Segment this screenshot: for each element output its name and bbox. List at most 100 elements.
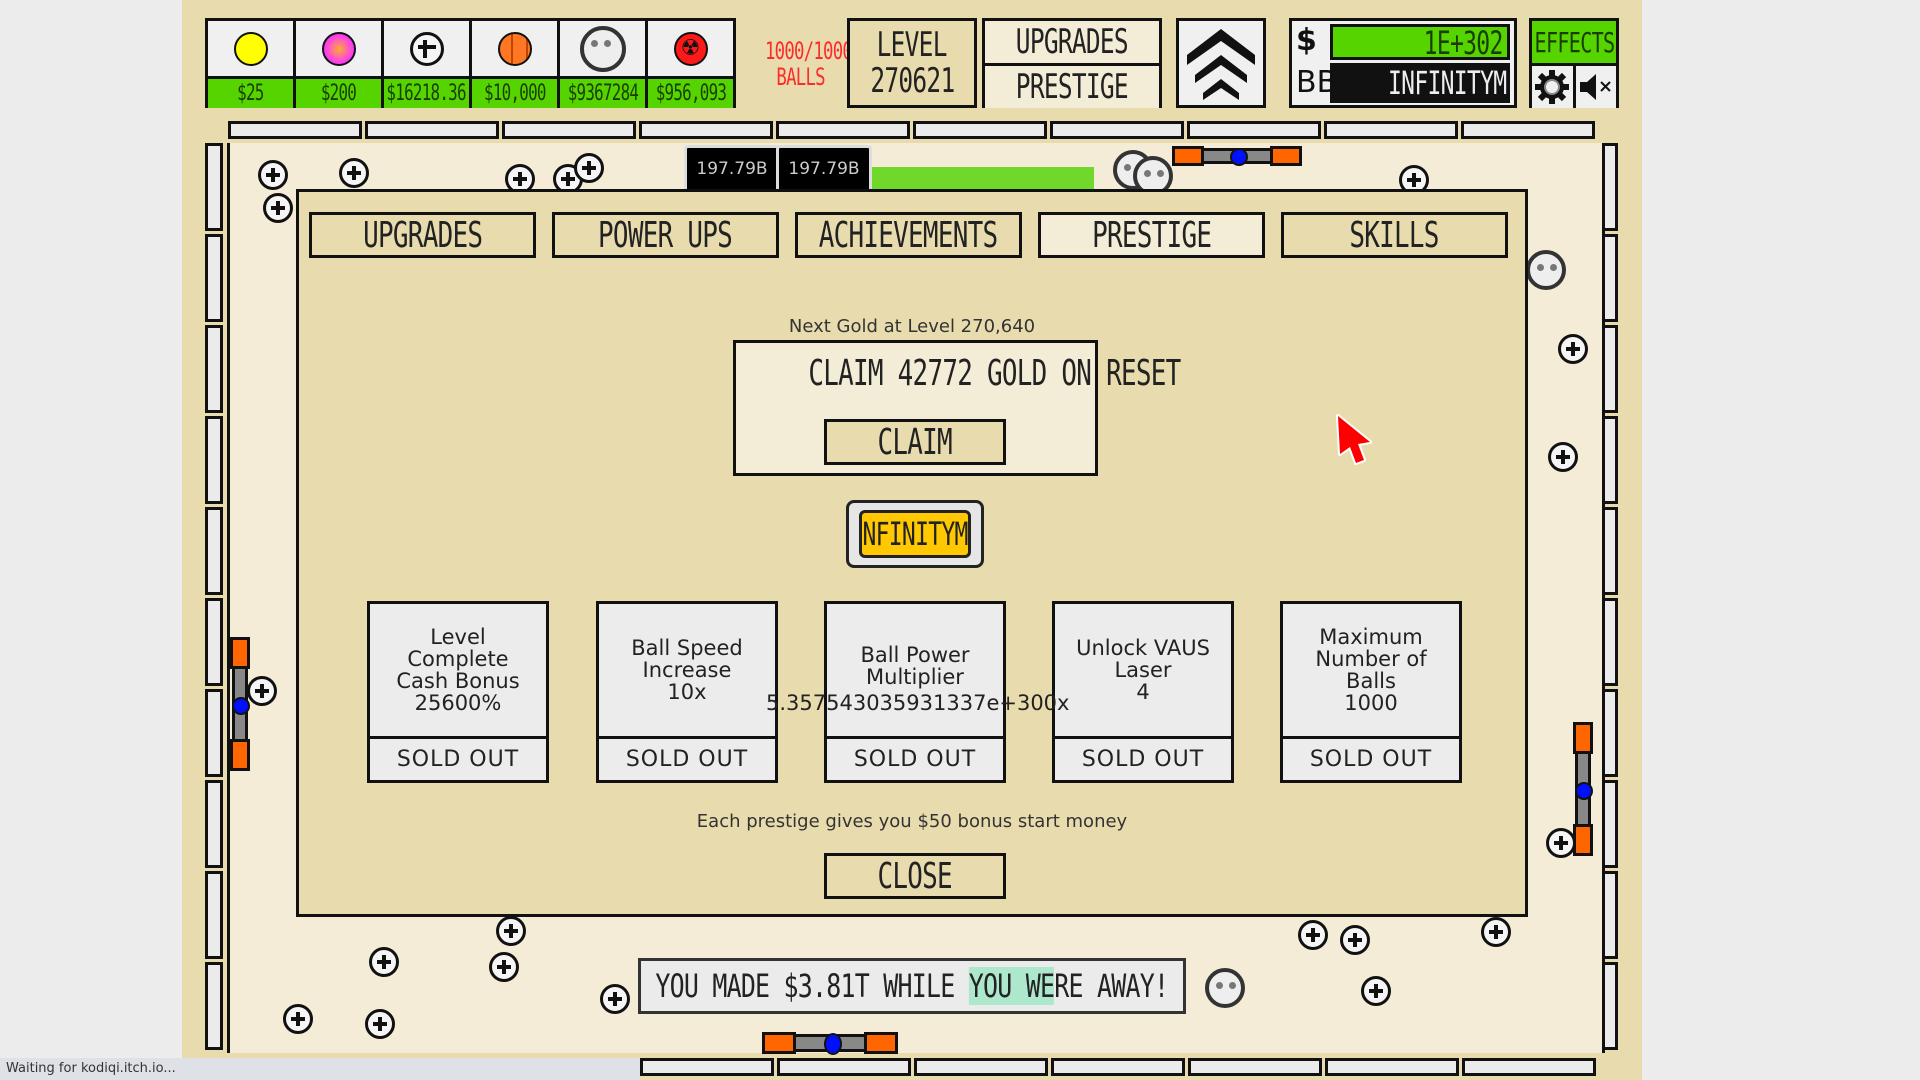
prestige-upgrade-card[interactable]: Unlock VAUS Laser 4 SOLD OUT (1052, 601, 1234, 783)
modal-tabs: UPGRADES POWER UPS ACHIEVEMENTS PRESTIGE… (309, 212, 1508, 258)
brick (639, 121, 773, 139)
plus-ball-icon (247, 676, 277, 706)
claim-title: CLAIM 42772 GOLD ON RESET (808, 353, 1181, 394)
upgrades-button-label: UPGRADES (1015, 22, 1129, 62)
plus-ball-icon (1481, 917, 1511, 947)
prestige-button[interactable]: PRESTIGE (985, 66, 1159, 108)
prestige-upgrade-card[interactable]: Maximum Number of Balls 1000 SOLD OUT (1280, 601, 1462, 783)
paddle-dot (824, 1033, 842, 1055)
ball-shop-item-nuke[interactable]: ☢ $956,093 (645, 18, 736, 108)
ball-shop-item-cross[interactable]: $16218.36 (381, 18, 472, 108)
skull-ball-icon (1205, 968, 1245, 1008)
paddle-end (1573, 722, 1593, 754)
level-display: LEVEL 270621 (847, 18, 977, 108)
brick (776, 121, 910, 139)
triple-chevron-up-icon (1187, 29, 1255, 100)
paddle-top[interactable] (1172, 146, 1302, 166)
plus-ball-icon (283, 1004, 313, 1034)
settings-button[interactable] (1532, 66, 1576, 108)
brick (205, 871, 223, 959)
toast-text-end: RE AWAY! (1054, 967, 1169, 1005)
plus-ball-icon (489, 952, 519, 982)
next-gold-text: Next Gold at Level 270,640 (788, 316, 1036, 337)
damage-label: 197.79B (684, 145, 780, 193)
prestige-upgrade-card[interactable]: Ball Speed Increase 10x SOLD OUT (596, 601, 778, 783)
plus-ball-icon (339, 158, 369, 188)
skull-ball-icon (579, 25, 626, 72)
ball-price: $25 (237, 81, 264, 106)
card-status: SOLD OUT (625, 746, 749, 772)
ball-shop-item-skull[interactable]: $9367284 (557, 18, 648, 108)
orange-ball-icon (497, 31, 532, 66)
tab-skills[interactable]: SKILLS (1281, 212, 1508, 258)
brick (1324, 121, 1458, 139)
balls-counter: 1000/1000 BALLS (748, 38, 853, 90)
paddle-body (1201, 148, 1273, 166)
speaker-muted-icon (1579, 74, 1611, 100)
brick (640, 1058, 774, 1076)
effects-panel: EFFECTS (1529, 18, 1619, 108)
paddle-dot (232, 697, 250, 715)
brick (205, 143, 223, 231)
paddle-body (232, 666, 250, 742)
paddle-end (762, 1032, 796, 1054)
plus-ball-icon (1361, 976, 1391, 1006)
tab-label: UPGRADES (362, 214, 483, 256)
card-status: SOLD OUT (853, 746, 977, 772)
yellow-ball-icon (233, 31, 268, 66)
offline-earnings-toast: YOU MADE $3.81T WHILE YOU WERE AWAY! (638, 958, 1186, 1014)
ball-shop-item-basic[interactable]: $25 (205, 18, 296, 108)
plus-ball-icon (496, 916, 526, 946)
radioactive-ball-icon: ☢ (673, 31, 708, 66)
brick (1187, 121, 1321, 139)
brick (1051, 1058, 1185, 1076)
prestige-modal: UPGRADES POWER UPS ACHIEVEMENTS PRESTIGE… (296, 189, 1528, 917)
brick (1188, 1058, 1322, 1076)
brick (205, 780, 223, 868)
paddle-body (1575, 751, 1593, 827)
cash-amount: 1E+302 (1424, 24, 1504, 62)
paddle-bottom[interactable] (762, 1032, 898, 1055)
brick (205, 598, 223, 686)
ball-shop-item-cannon[interactable]: $10,000 (469, 18, 560, 108)
money-panel: $ BB 1E+302 INFINITYM (1289, 18, 1517, 108)
card-description: Ball Power Multiplier (827, 604, 1003, 739)
plus-ball-icon (1546, 828, 1576, 858)
brick (205, 689, 223, 777)
brick (777, 1058, 911, 1076)
effects-button[interactable]: EFFECTS (1532, 21, 1616, 66)
paddle-left[interactable] (230, 637, 250, 771)
plus-ball-icon (1298, 920, 1328, 950)
paddle-end (1172, 146, 1204, 166)
close-button-label: CLOSE (877, 855, 953, 897)
top-brick-row (228, 121, 1598, 139)
browser-status-bar: Waiting for kodiqi.itch.io... (0, 1058, 640, 1080)
paddle-end (1270, 146, 1302, 166)
paddle-right[interactable] (1573, 722, 1593, 856)
close-button[interactable]: CLOSE (824, 853, 1006, 899)
ball-shop-item-plasma[interactable]: $200 (293, 18, 384, 108)
card-description: Unlock VAUS Laser 4 (1055, 604, 1231, 739)
plus-ball-icon (574, 153, 604, 183)
tab-label: PRESTIGE (1091, 214, 1212, 256)
tab-upgrades[interactable]: UPGRADES (309, 212, 536, 258)
card-status: SOLD OUT (1309, 746, 1433, 772)
paddle-end (864, 1032, 898, 1054)
plus-ball-icon (365, 1009, 395, 1039)
mute-button[interactable] (1575, 66, 1616, 108)
brick (1050, 121, 1184, 139)
upgrades-button[interactable]: UPGRADES (985, 21, 1159, 66)
cash-value: 1E+302 (1330, 24, 1510, 60)
paddle-dot (1575, 782, 1593, 800)
rank-up-button[interactable] (1176, 18, 1266, 108)
brick (914, 1058, 1048, 1076)
brick (205, 507, 223, 595)
brick (205, 962, 223, 1050)
bb-value: INFINITYM (1330, 63, 1510, 103)
prestige-button-label: PRESTIGE (1015, 67, 1129, 107)
tab-power-ups[interactable]: POWER UPS (552, 212, 779, 258)
claim-button[interactable]: CLAIM (824, 419, 1006, 465)
prestige-upgrade-card[interactable]: Level Complete Cash Bonus 25600% SOLD OU… (367, 601, 549, 783)
tab-prestige[interactable]: PRESTIGE (1038, 212, 1265, 258)
tab-achievements[interactable]: ACHIEVEMENTS (795, 212, 1022, 258)
